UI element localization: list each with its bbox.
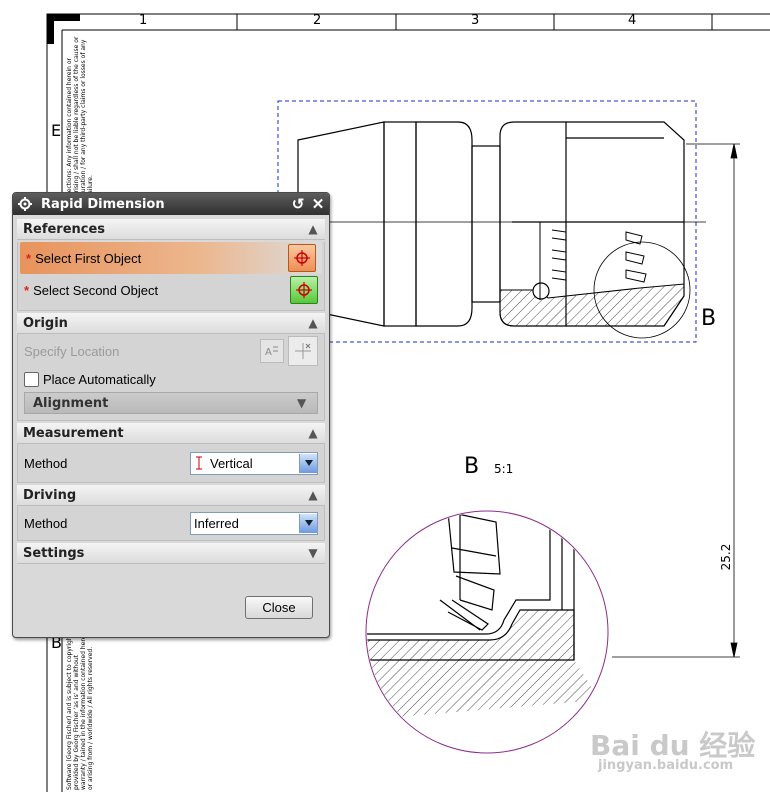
settings-group-header[interactable]: Settings ▼ <box>17 543 325 564</box>
zone-label-2: 2 <box>313 13 322 28</box>
legal-fine-print-bottom: Software (Georg Fischer) and is subject … <box>66 630 94 790</box>
point-location-icon[interactable] <box>288 336 318 366</box>
detail-view-geometry <box>367 512 600 720</box>
driving-method-dropdown[interactable]: Inferred <box>190 511 318 535</box>
crosshair-icon[interactable] <box>288 244 316 272</box>
close-button[interactable]: Close <box>245 596 313 619</box>
detail-view-scale: 5:1 <box>494 462 514 476</box>
chevron-up-icon[interactable]: ▲ <box>305 425 321 441</box>
row-letter-e: E <box>51 121 62 140</box>
gripping-teeth <box>539 222 647 300</box>
measurement-method-row: Method Vertical <box>18 444 324 482</box>
references-group-body: * Select First Object * Select Second Ob… <box>17 242 325 311</box>
chevron-up-icon[interactable]: ▲ <box>305 487 321 503</box>
driving-group-body: Method Inferred <box>17 506 325 541</box>
specify-location-label: Specify Location <box>24 343 120 359</box>
driving-header-label: Driving <box>23 487 77 503</box>
zone-label-4: 4 <box>628 13 637 28</box>
dropdown-arrow-icon[interactable] <box>299 453 317 473</box>
svg-text:A: A <box>265 347 272 358</box>
alignment-subgroup-header[interactable]: Alignment ▼ <box>24 392 318 414</box>
gear-icon[interactable] <box>15 194 35 214</box>
references-group-header[interactable]: References ▲ <box>17 219 325 240</box>
vertical-dimension-icon <box>191 456 207 470</box>
place-automatically-row[interactable]: Place Automatically <box>18 368 324 390</box>
detail-view-label: B <box>464 454 480 479</box>
chevron-up-icon[interactable]: ▲ <box>305 315 321 331</box>
measurement-method-value: Vertical <box>210 455 253 471</box>
chevron-down-icon[interactable]: ▼ <box>297 396 313 410</box>
place-automatically-label: Place Automatically <box>43 371 156 387</box>
required-marker: * <box>26 250 32 266</box>
driving-method-value: Inferred <box>194 515 239 531</box>
driving-method-label: Method <box>24 515 68 531</box>
origin-group-body: Specify Location A Place Automatically A… <box>17 334 325 421</box>
vertical-dimension[interactable] <box>612 143 740 658</box>
chevron-down-icon[interactable]: ▼ <box>305 545 321 561</box>
retaining-ball[interactable] <box>532 282 550 300</box>
zone-label-1: 1 <box>139 13 148 28</box>
measurement-group-header[interactable]: Measurement ▲ <box>17 423 325 444</box>
dropdown-arrow-icon[interactable] <box>299 513 317 533</box>
references-header-label: References <box>23 221 106 237</box>
driving-group-header[interactable]: Driving ▲ <box>17 485 325 506</box>
select-first-object-row[interactable]: * Select First Object <box>20 242 322 274</box>
required-marker: * <box>24 282 30 298</box>
select-second-object-row[interactable]: * Select Second Object <box>18 274 324 306</box>
zone-label-3: 3 <box>471 13 480 28</box>
text-annotation-icon[interactable]: A <box>260 339 284 363</box>
dialog-title: Rapid Dimension <box>41 196 165 212</box>
crosshair-icon[interactable] <box>290 276 318 304</box>
close-icon[interactable]: ✕ <box>309 195 327 213</box>
chevron-up-icon[interactable]: ▲ <box>305 221 321 237</box>
dimension-value-text[interactable]: 25.2 <box>719 537 733 577</box>
measurement-group-body: Method Vertical <box>17 444 325 483</box>
measurement-method-dropdown[interactable]: Vertical <box>190 451 318 475</box>
place-automatically-checkbox[interactable] <box>24 371 39 387</box>
driving-method-row: Method Inferred <box>18 506 324 540</box>
section-hatch <box>499 283 685 327</box>
reset-icon[interactable]: ↺ <box>289 195 307 213</box>
dialog-titlebar[interactable]: Rapid Dimension ↺ ✕ <box>13 193 329 215</box>
settings-header-label: Settings <box>23 545 85 561</box>
specify-location-row: Specify Location A <box>18 334 324 368</box>
alignment-label: Alignment <box>33 395 109 411</box>
select-first-object-label: Select First Object <box>35 250 142 266</box>
watermark-url: jingyan.baidu.com <box>598 758 734 773</box>
origin-group-header[interactable]: Origin ▲ <box>17 313 325 334</box>
rapid-dimension-dialog: Rapid Dimension ↺ ✕ References ▲ * Selec… <box>12 192 330 638</box>
origin-header-label: Origin <box>23 315 68 331</box>
measurement-method-label: Method <box>24 455 68 471</box>
select-second-object-label: Select Second Object <box>33 282 159 298</box>
section-marker-label: B <box>701 306 717 331</box>
legal-fine-print-top: Sections: Any information contained here… <box>66 36 94 196</box>
measurement-header-label: Measurement <box>23 425 124 441</box>
